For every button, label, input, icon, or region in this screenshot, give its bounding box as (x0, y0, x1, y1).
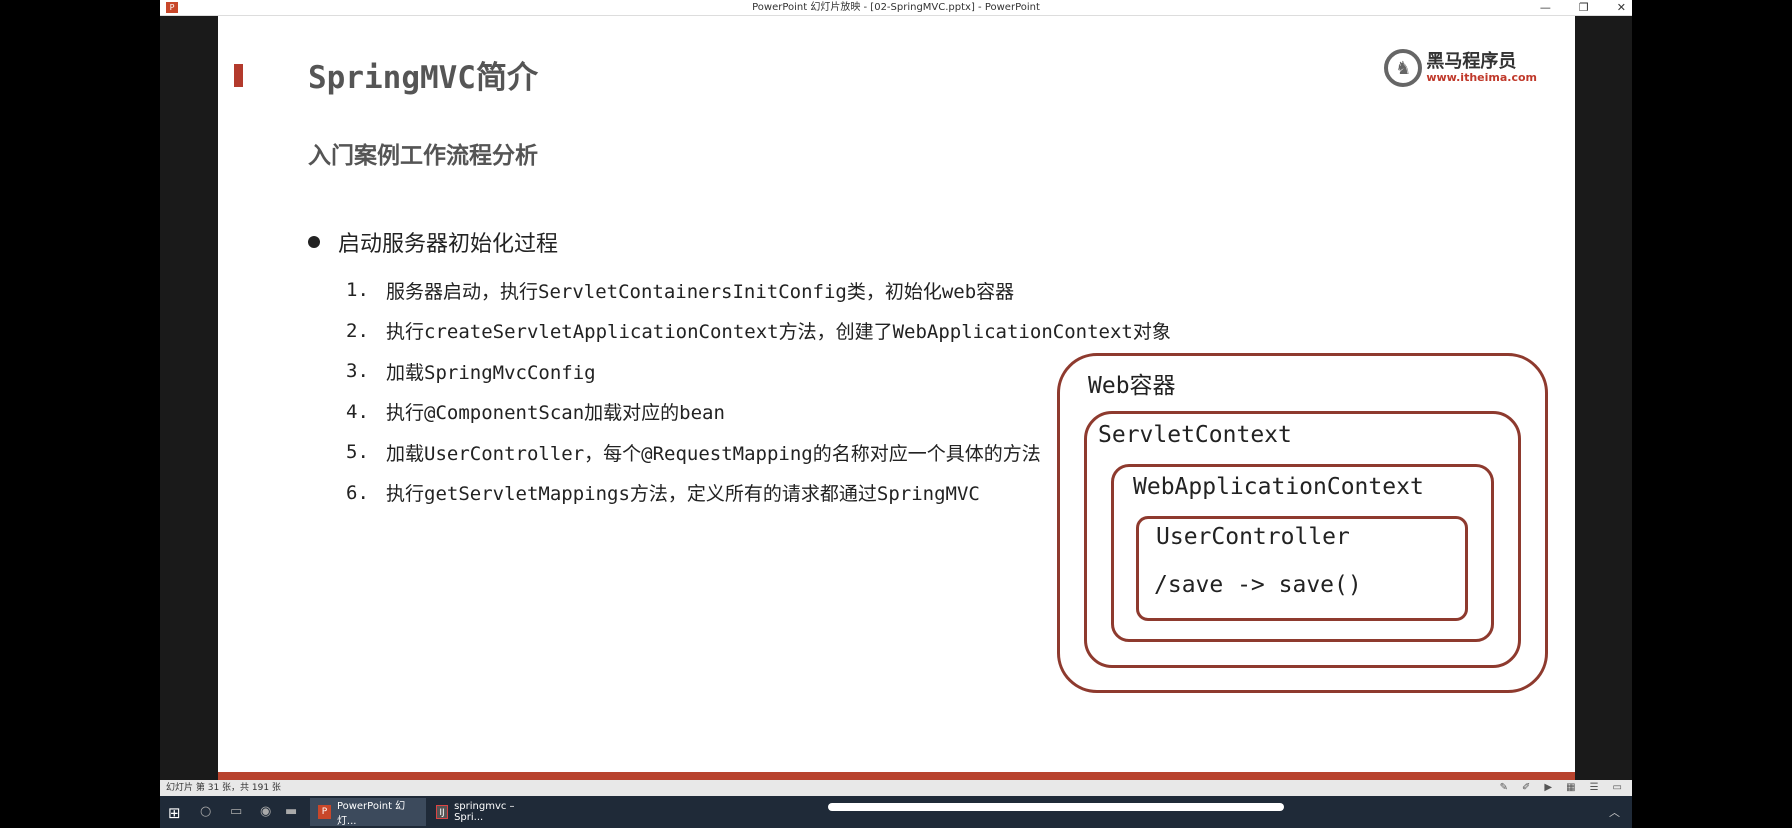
logo: ♞ 黑马程序员 www.itheima.com (1384, 49, 1537, 87)
web-application-context-label: WebApplicationContext (1133, 474, 1424, 500)
slide-subtitle: 入门案例工作流程分析 (308, 143, 538, 169)
step-item: 1. 服务器启动，执行ServletContainersInitConfig类，初… (346, 270, 1171, 311)
logo-url: www.itheima.com (1426, 70, 1537, 84)
mapping-label: /save -> save() (1154, 572, 1362, 598)
step-text: 服务器启动，执行ServletContainersInitConfig类，初始化… (386, 280, 1015, 303)
slide-bottom-bar (218, 772, 1575, 780)
taskbar-intellij-label: springmvc – Spri... (454, 801, 515, 823)
step-text: 加载SpringMvcConfig (386, 361, 596, 384)
slide[interactable]: SpringMVC简介 ♞ 黑马程序员 www.itheima.com 入门案例… (218, 16, 1575, 780)
taskbar-intellij[interactable]: IJ springmvc – Spri... (428, 798, 540, 826)
grid-view-icon[interactable]: ▦ (1566, 782, 1575, 794)
slideshow-icon[interactable]: ▭ (1613, 782, 1622, 794)
highlighter-icon[interactable]: ✐ (1522, 782, 1530, 794)
step-item: 4. 执行@ComponentScan加载对应的bean (346, 392, 1171, 433)
task-view-icon[interactable]: ▭ (230, 804, 242, 819)
folder-icon[interactable]: ▬ (285, 804, 297, 819)
chevron-up-icon[interactable]: ︿ (1609, 804, 1620, 820)
step-item: 5. 加载UserController，每个@RequestMapping的名称对… (346, 432, 1171, 473)
taskbar: ⊞ ○ ▭ ◉ ▬ P PowerPoint 幻灯... IJ springmv… (160, 796, 1632, 828)
logo-text: 黑马程序员 www.itheima.com (1426, 52, 1537, 84)
taskbar-powerpoint-label: PowerPoint 幻灯... (336, 801, 406, 827)
settings-icon[interactable]: ☰ (1590, 782, 1599, 794)
powerpoint-taskbar-icon: P (318, 805, 331, 819)
step-number: 1. (346, 279, 369, 302)
user-controller-label: UserController (1156, 524, 1350, 550)
step-text: 执行@ComponentScan加载对应的bean (386, 402, 725, 425)
step-item: 3. 加载SpringMvcConfig (346, 351, 1171, 392)
servlet-context-label: ServletContext (1098, 422, 1292, 448)
steps-list: 1. 服务器启动，执行ServletContainersInitConfig类，初… (346, 270, 1171, 513)
powerpoint-window: P PowerPoint 幻灯片放映 - [02-SpringMVC.pptx]… (160, 0, 1632, 828)
intellij-icon: IJ (436, 805, 449, 819)
window-controls: — ❐ ✕ (1540, 0, 1626, 15)
taskbar-powerpoint[interactable]: P PowerPoint 幻灯... (310, 798, 426, 827)
pen-icon[interactable]: ✎ (1500, 782, 1508, 794)
step-number: 5. (346, 441, 369, 464)
status-icons: ✎ ✐ ▶ ▦ ☰ ▭ (1500, 782, 1622, 794)
step-number: 2. (346, 319, 369, 342)
bullet-dot-icon (308, 236, 320, 248)
logo-name: 黑马程序员 (1426, 51, 1517, 73)
step-text: 执行createServletApplicationContext方法，创建了W… (386, 321, 1171, 344)
close-button[interactable]: ✕ (1617, 0, 1626, 15)
step-item: 2. 执行createServletApplicationContext方法，创建… (346, 311, 1171, 352)
step-text: 执行getServletMappings方法，定义所有的请求都通过SpringM… (386, 483, 980, 506)
slide-counter: 幻灯片 第 31 张，共 191 张 (166, 783, 281, 793)
step-number: 4. (346, 400, 369, 423)
title-bar: P PowerPoint 幻灯片放映 - [02-SpringMVC.pptx]… (160, 0, 1632, 16)
step-number: 3. (346, 360, 369, 383)
bullet-text: 启动服务器初始化过程 (338, 232, 559, 257)
title-accent-bar (234, 64, 243, 87)
search-icon[interactable]: ○ (200, 804, 211, 819)
slide-title: SpringMVC简介 (308, 60, 538, 96)
status-bar: 幻灯片 第 31 张，共 191 张 ✎ ✐ ▶ ▦ ☰ ▭ (160, 780, 1632, 796)
step-text: 加载UserController，每个@RequestMapping的名称对应一… (386, 442, 1041, 465)
window-title: PowerPoint 幻灯片放映 - [02-SpringMVC.pptx] -… (752, 2, 1040, 13)
video-progress-bar[interactable] (828, 803, 1284, 811)
restore-button[interactable]: ❐ (1579, 0, 1589, 15)
step-number: 6. (346, 481, 369, 504)
horse-logo-icon: ♞ (1384, 49, 1423, 87)
windows-start-icon[interactable]: ⊞ (168, 804, 181, 822)
minimize-button[interactable]: — (1540, 0, 1551, 15)
play-icon[interactable]: ▶ (1544, 782, 1552, 794)
step-item: 6. 执行getServletMappings方法，定义所有的请求都通过Sprin… (346, 473, 1171, 514)
browser-icon[interactable]: ◉ (260, 804, 271, 819)
web-container-label: Web容器 (1088, 373, 1176, 399)
bullet-item: 启动服务器初始化过程 (308, 226, 558, 258)
